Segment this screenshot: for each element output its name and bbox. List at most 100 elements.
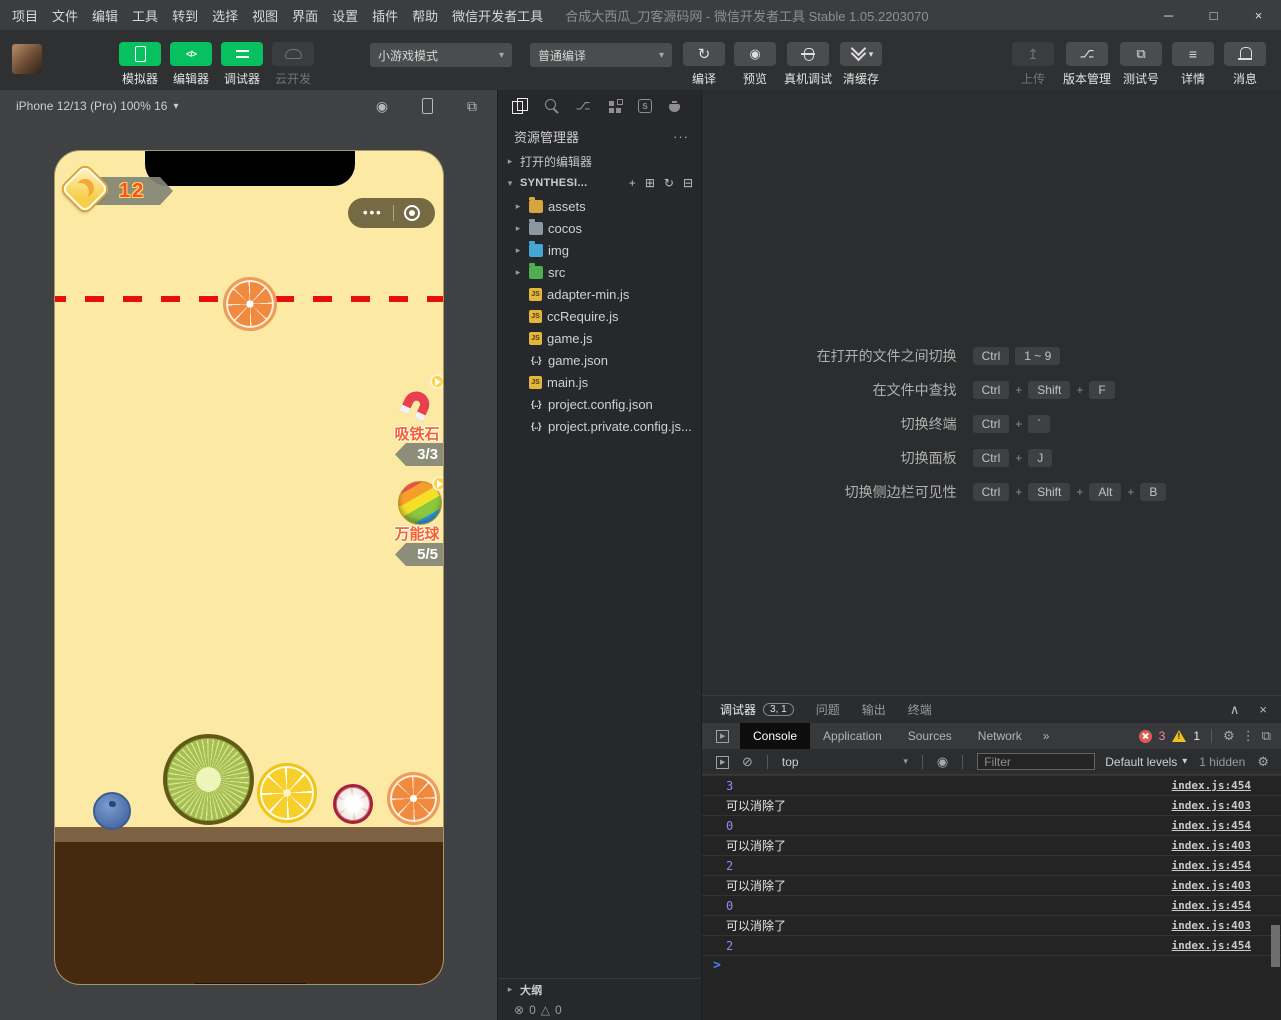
more-menu-button[interactable]: ••• [363, 206, 383, 219]
simulator-bar-icon[interactable] [418, 97, 436, 115]
activity-icon[interactable] [666, 97, 684, 115]
activity-icon[interactable] [542, 97, 560, 115]
menu-item[interactable]: 选择 [212, 6, 238, 25]
toolbar-mode-button[interactable]: 云开发 [271, 42, 315, 87]
phone-screen[interactable]: 12 ••• 吸铁石 3/3 万能球 5/5 [54, 150, 444, 985]
menu-item[interactable]: 设置 [332, 6, 358, 25]
project-action-icon[interactable]: ↻ [664, 176, 674, 190]
devtools-tab[interactable]: Application [810, 723, 895, 749]
console-sidebar-icon[interactable] [714, 753, 732, 771]
menu-item[interactable]: 帮助 [412, 6, 438, 25]
devtools-tab[interactable]: » [1035, 723, 1058, 749]
source-link[interactable]: index.js:454 [1172, 779, 1251, 792]
project-action-icon[interactable]: ⊞ [645, 176, 655, 190]
compile-mode-select[interactable]: 普通编译 ▾ [530, 43, 672, 67]
toolbar-mode-button[interactable]: 模拟器 [118, 42, 162, 87]
toolbar-right-button[interactable]: ⧉ 测试号 [1119, 42, 1163, 87]
file-row[interactable]: {..} project.private.config.js... [498, 415, 701, 437]
source-link[interactable]: index.js:454 [1172, 899, 1251, 912]
file-row[interactable]: JS main.js [498, 371, 701, 393]
settings-gear-icon[interactable]: ⚙ [1223, 728, 1235, 744]
inspect-element-icon[interactable] [714, 727, 732, 745]
rainbow-ball-powerup-icon[interactable] [398, 476, 443, 527]
eye-icon[interactable]: ◉ [937, 754, 948, 770]
console-filter-input[interactable] [977, 753, 1096, 770]
game-mode-select[interactable]: 小游戏模式 ▾ [370, 43, 512, 67]
project-section[interactable]: ▾ SYNTHESI... + ⊞ ↻ ⊟ [498, 172, 701, 194]
file-row[interactable]: JS game.js [498, 327, 701, 349]
source-link[interactable]: index.js:403 [1172, 799, 1251, 812]
console-prompt-row[interactable]: > [702, 955, 1281, 975]
source-link[interactable]: index.js:454 [1172, 939, 1251, 952]
toolbar-action-button[interactable]: ↻ 编译 [682, 42, 726, 87]
toolbar-mode-button[interactable]: </> 编辑器 [169, 42, 213, 87]
activity-icon[interactable]: S [638, 99, 652, 113]
open-editors-section[interactable]: ▸ 打开的编辑器 [498, 150, 701, 172]
exit-button[interactable] [403, 205, 420, 221]
menu-item[interactable]: 插件 [372, 6, 398, 25]
window-control-button[interactable]: ─ [1146, 0, 1191, 30]
activity-icon[interactable] [606, 97, 624, 115]
console-settings-gear-icon[interactable]: ⚙ [1257, 754, 1269, 770]
simulator-bar-icon[interactable]: ◉ [373, 97, 391, 115]
devtools-tab[interactable]: Console [740, 723, 811, 749]
panel-tab[interactable]: 终端 [908, 701, 932, 718]
magnet-powerup-icon[interactable] [396, 374, 443, 425]
file-row[interactable]: ▸ src [498, 261, 701, 283]
menu-item[interactable]: 工具 [132, 6, 158, 25]
menu-item[interactable]: 编辑 [92, 6, 118, 25]
toolbar-mode-button[interactable]: 调试器 [220, 42, 264, 87]
dock-side-icon[interactable]: ⧉ [1262, 728, 1271, 744]
source-link[interactable]: index.js:403 [1172, 879, 1251, 892]
avatar[interactable] [12, 44, 42, 74]
file-row[interactable]: ▸ img [498, 239, 701, 261]
device-selector[interactable]: iPhone 12/13 (Pro) 100% 16 ▾ [16, 99, 178, 113]
menu-item[interactable]: 文件 [52, 6, 78, 25]
outline-section[interactable]: ▸ 大纲 [498, 978, 701, 1000]
panel-tab[interactable]: 输出 [862, 701, 886, 718]
devtools-tab[interactable]: Sources [895, 723, 965, 749]
project-action-icon[interactable]: ⊟ [683, 176, 693, 190]
collapse-panel-icon[interactable]: ∧ [1230, 702, 1240, 718]
kebab-menu-icon[interactable]: ⋮ [1242, 728, 1255, 744]
warning-icon[interactable] [1172, 730, 1187, 742]
file-row[interactable]: {..} project.config.json [498, 393, 701, 415]
menu-item[interactable]: 项目 [12, 6, 38, 25]
panel-tab[interactable]: 调试器 3, 1 [720, 701, 794, 718]
toolbar-action-button[interactable]: ◉ 预览 [733, 42, 777, 87]
log-levels-select[interactable]: Default levels ▾ [1105, 755, 1187, 769]
toolbar-action-button[interactable]: ▾ 清缓存 [839, 42, 883, 87]
activity-icon[interactable]: ⌥ [574, 97, 592, 115]
source-link[interactable]: index.js:454 [1172, 859, 1251, 872]
devtools-tab[interactable]: Network [965, 723, 1035, 749]
hanging-orange-fruit[interactable] [223, 277, 277, 331]
menu-item[interactable]: 视图 [252, 6, 278, 25]
more-actions-icon[interactable]: ··· [673, 129, 689, 144]
file-row[interactable]: {..} game.json [498, 349, 701, 371]
window-control-button[interactable]: × [1236, 0, 1281, 30]
file-row[interactable]: JS ccRequire.js [498, 305, 701, 327]
file-row[interactable]: JS adapter-min.js [498, 283, 701, 305]
toolbar-action-button[interactable]: 真机调试 [784, 42, 832, 87]
menu-item[interactable]: 微信开发者工具 [452, 6, 543, 25]
error-icon[interactable] [1138, 729, 1152, 743]
toolbar-right-button[interactable]: ⌥ 版本管理 [1063, 42, 1111, 87]
close-panel-icon[interactable]: × [1259, 702, 1267, 718]
problems-status[interactable]: ⊗ 0 △ 0 [498, 1000, 701, 1020]
source-link[interactable]: index.js:403 [1172, 919, 1251, 932]
toolbar-right-button[interactable]: ≡ 详情 [1171, 42, 1215, 87]
source-link[interactable]: index.js:454 [1172, 819, 1251, 832]
menu-item[interactable]: 界面 [292, 6, 318, 25]
panel-tab[interactable]: 问题 [816, 701, 840, 718]
project-action-icon[interactable]: + [629, 176, 636, 190]
console-scrollbar[interactable] [1271, 925, 1280, 967]
context-select[interactable]: top ▾ [782, 755, 908, 769]
simulator-bar-icon[interactable]: ⧉ [463, 97, 481, 115]
activity-icon[interactable] [510, 97, 528, 115]
source-link[interactable]: index.js:403 [1172, 839, 1251, 852]
toolbar-right-button[interactable]: 消息 [1223, 42, 1267, 87]
toolbar-right-button[interactable]: ↥ 上传 [1011, 42, 1055, 87]
hidden-messages-count[interactable]: 1 hidden [1199, 755, 1245, 769]
file-row[interactable]: ▸ assets [498, 195, 701, 217]
menu-item[interactable]: 转到 [172, 6, 198, 25]
